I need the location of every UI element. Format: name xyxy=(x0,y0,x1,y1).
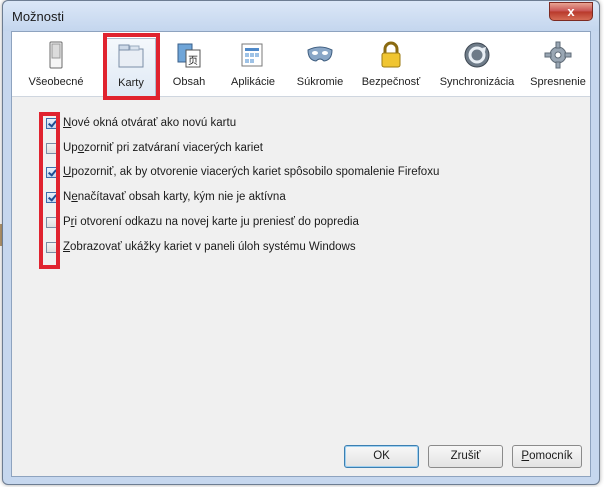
option-label: Nenačítavať obsah karty, kým nie je aktí… xyxy=(63,191,286,203)
tab-label: Spresnenie xyxy=(530,76,586,88)
tab-vseobecne[interactable]: Všeobecné xyxy=(26,36,86,94)
tab-label: Synchronizácia xyxy=(439,76,515,88)
option-label: Nové okná otvárať ako novú kartu xyxy=(63,117,237,129)
cancel-button[interactable]: Zrušiť xyxy=(428,445,503,468)
tab-obsah[interactable]: 页 Obsah xyxy=(166,36,212,94)
svg-text:页: 页 xyxy=(188,55,198,67)
ok-button[interactable]: OK xyxy=(344,445,419,468)
close-button[interactable]: x xyxy=(549,2,593,21)
applications-icon xyxy=(241,43,263,67)
option-label: Zobrazovať ukážky kariet v paneli úloh s… xyxy=(63,241,356,253)
tab-label: Bezpečnosť xyxy=(361,76,421,88)
option-label: Upozorniť pri zatváraní viacerých kariet xyxy=(63,142,263,154)
selected-tab-highlight xyxy=(103,33,160,100)
tab-label: Všeobecné xyxy=(28,76,84,88)
option-label: Pri otvorení odkazu na novej karte ju pr… xyxy=(63,216,359,228)
tab-bezpecnost[interactable]: Bezpečnosť xyxy=(356,36,426,94)
tab-spresnenie[interactable]: Spresnenie xyxy=(528,36,588,94)
dialog-client-area: Všeobecné Karty 页 Obsah Aplikácie Súkrom… xyxy=(11,31,591,477)
help-button[interactable]: Pomocník xyxy=(512,445,582,468)
sync-icon xyxy=(464,42,490,68)
gear-icon xyxy=(544,41,572,69)
tabs-options-panel: Nové okná otvárať ako novú kartu Upozorn… xyxy=(24,104,579,428)
content-icon: 页 xyxy=(177,43,201,68)
tab-aplikacie[interactable]: Aplikácie xyxy=(222,36,284,94)
title-bar: Možnosti x xyxy=(3,1,599,31)
tab-label: Súkromie xyxy=(296,76,344,88)
tab-label: Obsah xyxy=(172,76,206,88)
lock-icon xyxy=(381,41,401,68)
mask-icon xyxy=(307,46,333,62)
option-label: Upozorniť, ak by otvorenie viacerých kar… xyxy=(63,166,440,178)
tab-label: Aplikácie xyxy=(230,76,276,88)
tab-sukromie[interactable]: Súkromie xyxy=(292,36,348,94)
tab-synchronizacia[interactable]: Synchronizácia xyxy=(432,36,522,94)
switch-icon xyxy=(49,41,63,69)
options-dialog: Možnosti x Všeobecné Karty 页 Obsah Aplik… xyxy=(2,0,600,485)
window-title: Možnosti xyxy=(12,9,65,24)
category-toolbar: Všeobecné Karty 页 Obsah Aplikácie Súkrom… xyxy=(12,32,590,97)
checkbox-column-highlight xyxy=(39,112,60,269)
